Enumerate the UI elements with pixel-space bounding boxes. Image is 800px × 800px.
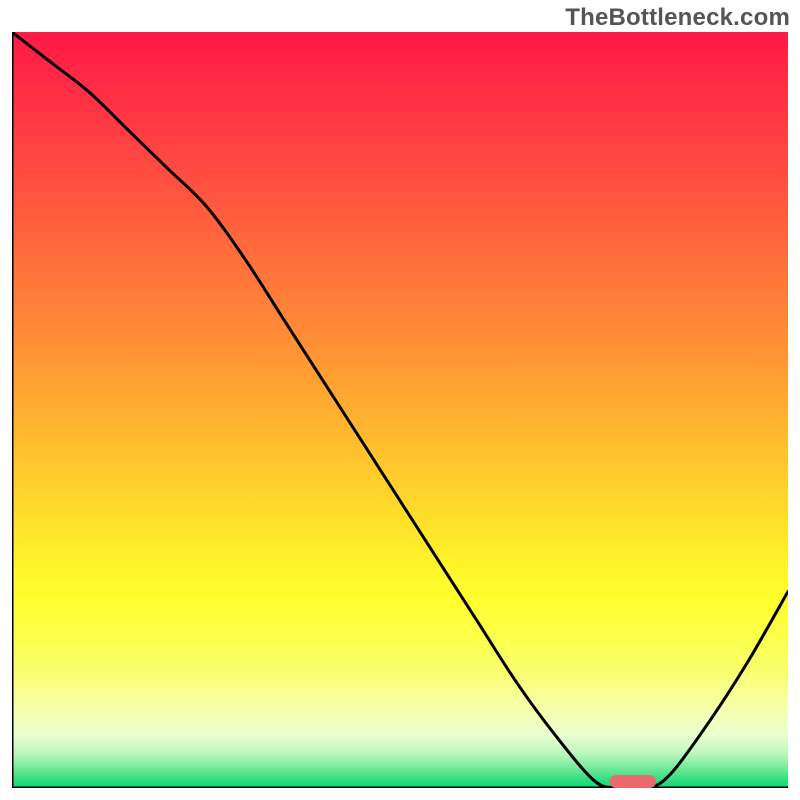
plot-frame: [12, 32, 788, 788]
chart-stage: TheBottleneck.com: [0, 0, 800, 800]
optimum-marker: [610, 775, 657, 788]
watermark-text: TheBottleneck.com: [565, 4, 790, 32]
chart-svg: [12, 32, 788, 788]
chart-background: [12, 32, 788, 788]
